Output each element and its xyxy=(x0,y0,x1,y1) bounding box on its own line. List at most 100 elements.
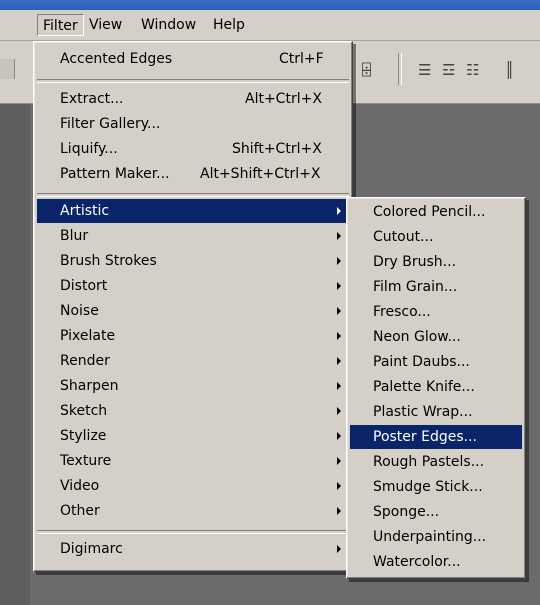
toolbar-separator xyxy=(398,53,402,85)
menu-item-label: Neon Glow... xyxy=(373,329,461,345)
menu-item-label: Poster Edges... xyxy=(373,429,477,445)
menu-item-label: Other xyxy=(60,503,100,519)
menu-item-label: Smudge Stick... xyxy=(373,479,483,495)
menu-bar: Filter View Window Help xyxy=(0,10,540,41)
menu-item-distort[interactable]: Distort xyxy=(37,274,349,298)
distribute-top-icon[interactable]: ☰ xyxy=(418,60,431,80)
menu-item-label: Render xyxy=(60,353,110,369)
submenu-arrow-icon xyxy=(337,357,341,365)
submenu-arrow-icon xyxy=(337,457,341,465)
submenu-item-rough-pastels[interactable]: Rough Pastels... xyxy=(350,450,522,474)
menu-item-label: Sponge... xyxy=(373,504,440,520)
submenu-arrow-icon xyxy=(337,482,341,490)
submenu-item-plastic-wrap[interactable]: Plastic Wrap... xyxy=(350,400,522,424)
submenu-arrow-icon xyxy=(337,307,341,315)
menu-item-accented-edges[interactable]: Accented Edges Ctrl+F xyxy=(37,47,349,71)
title-bar-strip xyxy=(0,0,540,10)
menu-help[interactable]: Help xyxy=(208,14,250,36)
menu-separator xyxy=(37,193,349,197)
menu-separator xyxy=(37,79,349,83)
menu-item-label: Artistic xyxy=(60,203,110,219)
menu-item-extract[interactable]: Extract... Alt+Ctrl+X xyxy=(37,87,349,111)
submenu-arrow-icon xyxy=(337,507,341,515)
menu-item-label: Paint Daubs... xyxy=(373,354,470,370)
menu-item-label: Video xyxy=(60,478,100,494)
submenu-item-cutout[interactable]: Cutout... xyxy=(350,225,522,249)
submenu-item-underpainting[interactable]: Underpainting... xyxy=(350,525,522,549)
submenu-item-paint-daubs[interactable]: Paint Daubs... xyxy=(350,350,522,374)
menu-item-label: Filter Gallery... xyxy=(60,116,161,132)
menu-item-filter-gallery[interactable]: Filter Gallery... xyxy=(37,112,349,136)
submenu-item-sponge[interactable]: Sponge... xyxy=(350,500,522,524)
menu-item-digimarc[interactable]: Digimarc xyxy=(37,537,349,561)
menu-item-label: Watercolor... xyxy=(373,554,461,570)
menu-item-label: Liquify... xyxy=(60,141,118,157)
distribute-vcenter-icon[interactable]: ☲ xyxy=(442,60,455,80)
menu-item-label: Stylize xyxy=(60,428,107,444)
menu-separator xyxy=(37,530,349,534)
submenu-arrow-icon xyxy=(337,257,341,265)
distribute-bottom-icon[interactable]: ☷ xyxy=(466,60,479,80)
menu-item-artistic[interactable]: Artistic xyxy=(37,199,349,223)
menu-item-label: Sketch xyxy=(60,403,108,419)
submenu-item-fresco[interactable]: Fresco... xyxy=(350,300,522,324)
menu-item-shortcut: Shift+Ctrl+X xyxy=(232,141,322,157)
menu-item-texture[interactable]: Texture xyxy=(37,449,349,473)
menu-item-label: Extract... xyxy=(60,91,124,107)
menu-item-shortcut: Ctrl+F xyxy=(279,51,324,67)
menu-item-label: Pixelate xyxy=(60,328,116,344)
menu-item-label: Digimarc xyxy=(60,541,123,557)
menu-item-label: Plastic Wrap... xyxy=(373,404,473,420)
menu-item-brush-strokes[interactable]: Brush Strokes xyxy=(37,249,349,273)
menu-item-label: Fresco... xyxy=(373,304,431,320)
submenu-item-film-grain[interactable]: Film Grain... xyxy=(350,275,522,299)
menu-view[interactable]: View xyxy=(84,14,127,36)
menu-item-noise[interactable]: Noise xyxy=(37,299,349,323)
menu-item-label: Palette Knife... xyxy=(373,379,475,395)
artistic-submenu: Colored Pencil... Cutout... Dry Brush...… xyxy=(346,197,526,579)
menu-item-label: Accented Edges xyxy=(60,51,173,67)
menu-item-liquify[interactable]: Liquify... Shift+Ctrl+X xyxy=(37,137,349,161)
menu-item-label: Cutout... xyxy=(373,229,434,245)
menu-item-label: Film Grain... xyxy=(373,279,458,295)
menu-item-label: Distort xyxy=(60,278,108,294)
submenu-arrow-icon xyxy=(337,382,341,390)
workspace-left-panel xyxy=(0,104,30,605)
filter-menu: Accented Edges Ctrl+F Extract... Alt+Ctr… xyxy=(33,41,353,572)
toolbar-grip xyxy=(0,59,15,79)
menu-filter[interactable]: Filter xyxy=(37,14,84,36)
menu-item-stylize[interactable]: Stylize xyxy=(37,424,349,448)
menu-item-label: Dry Brush... xyxy=(373,254,457,270)
menu-item-sharpen[interactable]: Sharpen xyxy=(37,374,349,398)
submenu-arrow-icon xyxy=(337,432,341,440)
submenu-item-watercolor[interactable]: Watercolor... xyxy=(350,550,522,574)
menu-item-blur[interactable]: Blur xyxy=(37,224,349,248)
submenu-item-neon-glow[interactable]: Neon Glow... xyxy=(350,325,522,349)
menu-item-pattern-maker[interactable]: Pattern Maker... Alt+Shift+Ctrl+X xyxy=(37,162,349,186)
menu-window[interactable]: Window xyxy=(136,14,201,36)
submenu-arrow-icon xyxy=(337,232,341,240)
submenu-item-palette-knife[interactable]: Palette Knife... xyxy=(350,375,522,399)
submenu-item-dry-brush[interactable]: Dry Brush... xyxy=(350,250,522,274)
menu-item-label: Sharpen xyxy=(60,378,119,394)
menu-item-label: Colored Pencil... xyxy=(373,204,486,220)
menu-item-label: Rough Pastels... xyxy=(373,454,485,470)
align-bottom-edges-icon[interactable]: ⌹ xyxy=(362,60,371,80)
menu-item-video[interactable]: Video xyxy=(37,474,349,498)
menu-item-label: Brush Strokes xyxy=(60,253,157,269)
menu-item-render[interactable]: Render xyxy=(37,349,349,373)
submenu-arrow-icon xyxy=(337,282,341,290)
menu-item-label: Underpainting... xyxy=(373,529,487,545)
menu-item-sketch[interactable]: Sketch xyxy=(37,399,349,423)
submenu-item-colored-pencil[interactable]: Colored Pencil... xyxy=(350,200,522,224)
submenu-arrow-icon xyxy=(337,545,341,553)
submenu-item-smudge-stick[interactable]: Smudge Stick... xyxy=(350,475,522,499)
menu-item-pixelate[interactable]: Pixelate xyxy=(37,324,349,348)
menu-item-shortcut: Alt+Ctrl+X xyxy=(245,91,322,107)
distribute-left-icon[interactable]: ║ xyxy=(505,60,514,80)
menu-item-label: Blur xyxy=(60,228,89,244)
menu-item-shortcut: Alt+Shift+Ctrl+X xyxy=(200,166,321,182)
submenu-arrow-icon xyxy=(337,332,341,340)
menu-item-other[interactable]: Other xyxy=(37,499,349,523)
submenu-item-poster-edges[interactable]: Poster Edges... xyxy=(350,425,522,449)
